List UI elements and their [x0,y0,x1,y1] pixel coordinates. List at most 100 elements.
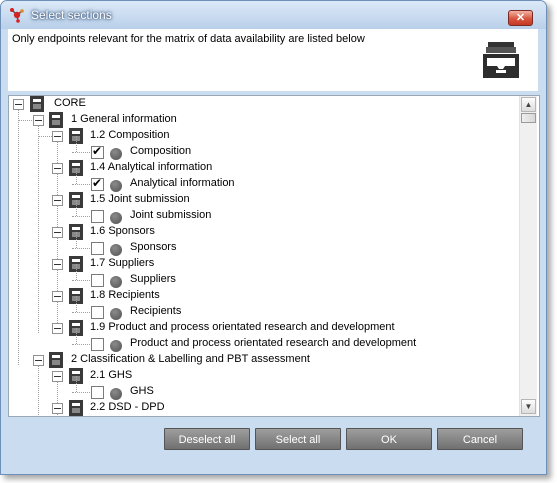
endpoint-checkbox[interactable] [91,242,104,255]
collapse-toggle[interactable] [52,131,63,142]
tree-connector [76,200,77,216]
endpoint-icon [110,276,122,288]
endpoint-icon [110,148,122,160]
close-button[interactable]: ✕ [508,10,533,26]
folder-icon [49,112,63,128]
endpoint-icon [110,388,122,400]
tray-icon [483,42,519,78]
tree-connector [72,344,90,345]
tree-label: Analytical information [130,177,235,189]
tree-endpoint-ghs[interactable]: GHS [9,376,509,400]
endpoint-checkbox[interactable] [91,306,104,319]
app-molecule-icon [10,8,24,23]
collapse-toggle[interactable] [52,291,63,302]
tree-endpoint-sponsors[interactable]: Sponsors [9,232,509,256]
tree-node-section-2-1[interactable]: 2.1 GHS [9,368,509,384]
collapse-toggle[interactable] [13,99,24,110]
tree-endpoint-recipients[interactable]: Recipients [9,296,509,320]
tree-node-section-1-2[interactable]: 1.2 Composition [9,128,509,144]
collapse-toggle[interactable] [52,403,63,414]
tree-endpoint-product-research[interactable]: Product and process orientated research … [9,328,509,352]
tree-connector [76,136,77,152]
select-all-button[interactable]: Select all [255,428,341,450]
tree-connector [72,392,90,393]
scroll-down-button[interactable]: ▼ [521,399,536,414]
collapse-toggle[interactable] [52,259,63,270]
endpoint-icon [110,308,122,320]
tree-label: 1.7 Suppliers [90,257,155,269]
tree-node-general-information[interactable]: 1 General information [9,112,509,128]
endpoint-icon [110,212,122,224]
tree-connector [72,152,90,153]
deselect-all-button[interactable]: Deselect all [164,428,250,450]
check-mark: ✔ [92,144,103,158]
tree-node-classification-labelling[interactable]: 2 Classification & Labelling and PBT ass… [9,352,509,368]
tree-label: GHS [130,385,154,397]
endpoint-checkbox[interactable] [91,338,104,351]
tree-node-section-1-6[interactable]: 1.6 Sponsors [9,224,509,240]
tree-label: CORE [54,97,86,109]
tree-connector [72,216,90,217]
window-title: Select sections [31,8,112,22]
info-text: Only endpoints relevant for the matrix o… [12,33,365,45]
collapse-toggle[interactable] [33,115,44,126]
tree-label: 1.6 Sponsors [90,225,155,237]
tree-node-section-1-8[interactable]: 1.8 Recipients [9,288,509,304]
cancel-button[interactable]: Cancel [437,428,523,450]
tree-node-section-1-9[interactable]: 1.9 Product and process orientated resea… [9,320,509,336]
tree-label: Composition [130,145,192,157]
tree-node-section-1-7[interactable]: 1.7 Suppliers [9,256,509,272]
endpoint-checkbox[interactable] [91,274,104,287]
endpoint-icon [110,340,122,352]
ok-button[interactable]: OK [346,428,432,450]
tree-node-core[interactable]: CORE [9,96,509,112]
tree-connector [72,248,90,249]
collapse-toggle[interactable] [52,323,63,334]
collapse-toggle[interactable] [52,163,63,174]
folder-icon [49,352,63,368]
tree-label: 1.8 Recipients [90,289,160,301]
tree-label: Recipients [130,305,182,317]
select-sections-dialog: Select sections ✕ Only endpoints relevan… [0,0,547,475]
title-bar: Select sections ✕ [1,1,546,29]
tree-connector [76,168,77,184]
tree-label: 1.5 Joint submission [90,193,190,205]
scroll-up-button[interactable]: ▲ [521,97,536,112]
tree-connector [76,328,77,344]
endpoint-checkbox[interactable]: ✔ [91,176,104,191]
tree-connector [19,120,32,121]
tree-connector [72,184,90,185]
tree-label: 1.9 Product and process orientated resea… [90,321,395,333]
tree-label: Joint submission [130,209,212,221]
collapse-toggle[interactable] [52,195,63,206]
collapse-toggle[interactable] [52,227,63,238]
tree-connector [76,232,77,248]
tree-endpoint-joint-submission[interactable]: Joint submission [9,200,509,224]
endpoint-checkbox[interactable] [91,386,104,399]
scroll-thumb[interactable] [521,113,536,123]
collapse-toggle[interactable] [33,355,44,366]
tree-endpoint-composition[interactable]: ✔ Composition [9,136,509,160]
tree-connector [72,312,90,313]
tree-node-section-2-2[interactable]: 2.2 DSD - DPD [9,400,509,416]
endpoint-checkbox[interactable] [91,210,104,223]
folder-icon [69,400,83,416]
tree-connector [76,264,77,280]
tree-label: 1 General information [71,113,177,125]
tree-connector [76,376,77,392]
check-mark: ✔ [92,176,103,190]
tree-node-section-1-4[interactable]: 1.4 Analytical information [9,160,509,176]
tree-label: 2 Classification & Labelling and PBT ass… [71,353,310,365]
vertical-scrollbar[interactable]: ▲ ▼ [519,96,537,416]
tree-connector [76,296,77,312]
header-panel: Only endpoints relevant for the matrix o… [8,29,538,91]
endpoint-icon [110,180,122,192]
tree-endpoint-analytical-information[interactable]: ✔ Analytical information [9,168,509,192]
tree-label: 1.4 Analytical information [90,161,213,173]
tree-endpoint-suppliers[interactable]: Suppliers [9,264,509,288]
tree-label: 2.1 GHS [90,369,133,381]
tree-label: 2.2 DSD - DPD [90,401,165,413]
collapse-toggle[interactable] [52,371,63,382]
tree-node-section-1-5[interactable]: 1.5 Joint submission [9,192,509,208]
endpoint-checkbox[interactable]: ✔ [91,144,104,159]
